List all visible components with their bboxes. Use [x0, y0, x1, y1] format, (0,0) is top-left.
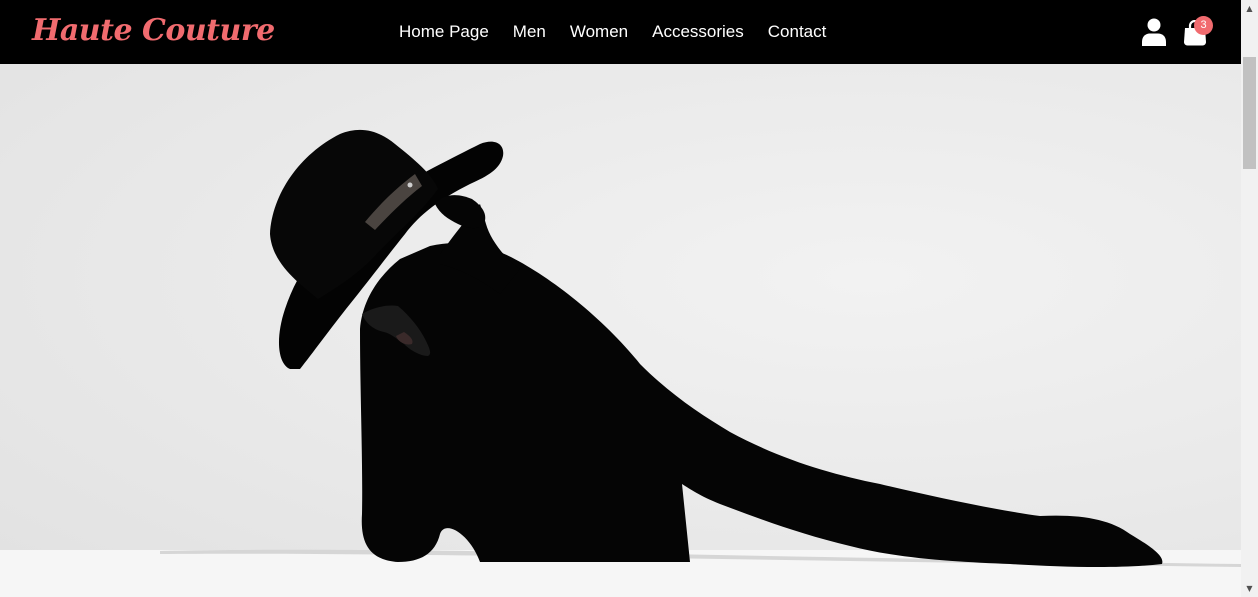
cart-count-badge: 3 [1194, 16, 1213, 35]
hero-banner [0, 64, 1241, 597]
nav-link-men[interactable]: Men [513, 22, 546, 41]
page-scrollbar[interactable]: ▲ ▼ [1241, 0, 1258, 597]
nav-link-contact[interactable]: Contact [768, 22, 827, 41]
header-icons: 3 [1140, 16, 1220, 48]
scroll-up-arrow-icon[interactable]: ▲ [1241, 0, 1258, 17]
nav-link-home-page[interactable]: Home Page [399, 22, 489, 41]
navbar: Haute Couture Home Page Men Women Access… [0, 0, 1241, 64]
user-icon[interactable] [1142, 18, 1166, 46]
nav-item-accessories: Accessories [652, 22, 768, 42]
scroll-thumb[interactable] [1243, 57, 1256, 169]
page: Haute Couture Home Page Men Women Access… [0, 0, 1241, 597]
nav-item-contact: Contact [768, 22, 851, 42]
nav-item-women: Women [570, 22, 652, 42]
nav-link-accessories[interactable]: Accessories [652, 22, 744, 41]
nav-link-women[interactable]: Women [570, 22, 628, 41]
hero-image [0, 129, 1241, 597]
nav-item-men: Men [513, 22, 570, 42]
main-nav: Home Page Men Women Accessories Contact [399, 0, 850, 64]
scroll-down-arrow-icon[interactable]: ▼ [1241, 580, 1258, 597]
brand-logo[interactable]: Haute Couture [32, 11, 275, 51]
nav-item-home: Home Page [399, 22, 513, 42]
